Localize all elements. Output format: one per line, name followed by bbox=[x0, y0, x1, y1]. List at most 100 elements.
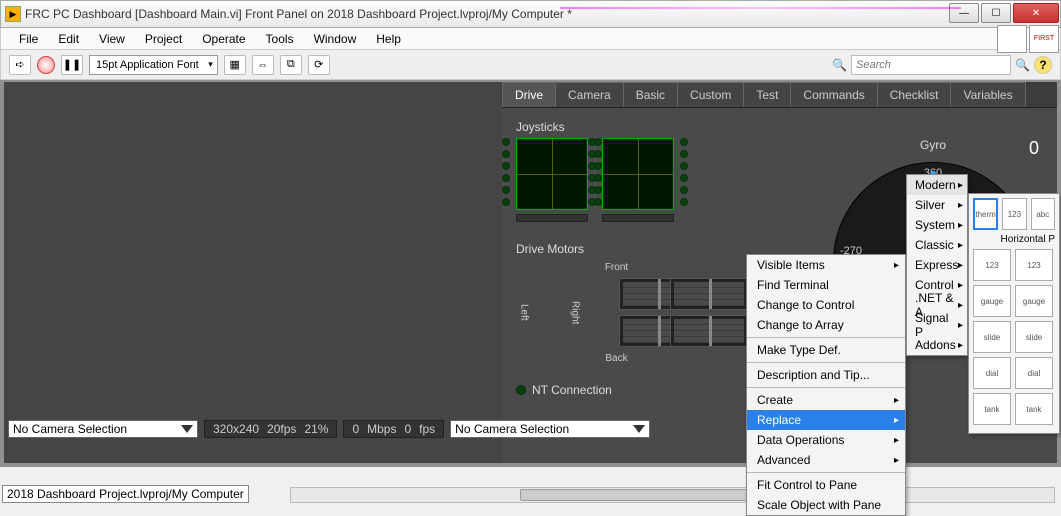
context-menu-item[interactable]: Find Terminal bbox=[747, 275, 905, 295]
replace-submenu-item[interactable]: Express bbox=[907, 255, 967, 275]
motor-fr bbox=[670, 278, 748, 310]
replace-submenu-item[interactable]: Modern bbox=[907, 175, 967, 195]
palette-item[interactable]: 123 bbox=[973, 249, 1011, 281]
window-title: FRC PC Dashboard [Dashboard Main.vi] Fro… bbox=[25, 7, 948, 21]
palette-item[interactable]: dial bbox=[973, 357, 1011, 389]
menu-project[interactable]: Project bbox=[137, 30, 190, 48]
palette-item[interactable]: gauge bbox=[1015, 285, 1053, 317]
palette-item[interactable]: slide bbox=[973, 321, 1011, 353]
context-menu-item[interactable]: Make Type Def. bbox=[747, 340, 905, 360]
palette-caption: Horizontal P bbox=[973, 234, 1055, 245]
pause-button[interactable]: ❚❚ bbox=[61, 55, 83, 75]
context-menu-item[interactable]: Data Operations bbox=[747, 430, 905, 450]
palette-item[interactable]: therm bbox=[973, 198, 998, 230]
joystick-0-xy bbox=[516, 138, 588, 210]
menu-help[interactable]: Help bbox=[368, 30, 409, 48]
nt-connection-led bbox=[516, 385, 526, 395]
tab-commands[interactable]: Commands bbox=[790, 82, 877, 107]
menu-tools[interactable]: Tools bbox=[258, 30, 302, 48]
context-menu-item[interactable]: Advanced bbox=[747, 450, 905, 470]
context-menu-item[interactable]: Change to Control bbox=[747, 295, 905, 315]
replace-submenu-item[interactable]: Addons bbox=[907, 335, 967, 355]
context-menu-item[interactable]: Create bbox=[747, 390, 905, 410]
joysticks-label: Joysticks bbox=[516, 120, 1043, 134]
motor-label-left: Left bbox=[519, 304, 530, 321]
motor-label-back: Back bbox=[605, 353, 627, 364]
network-stats: 0Mbps 0fps bbox=[343, 420, 444, 438]
distribute-button[interactable]: ⇔ bbox=[252, 55, 274, 75]
tab-custom[interactable]: Custom bbox=[677, 82, 744, 107]
tab-drive[interactable]: Drive bbox=[502, 82, 556, 107]
font-selector[interactable]: 15pt Application Font bbox=[89, 55, 218, 75]
palette-item[interactable]: tank bbox=[1015, 393, 1053, 425]
context-menu-item[interactable]: Description and Tip... bbox=[747, 365, 905, 385]
menu-file[interactable]: File bbox=[11, 30, 46, 48]
joystick-1-throttle bbox=[602, 214, 674, 222]
project-path-breadcrumb[interactable]: 2018 Dashboard Project.lvproj/My Compute… bbox=[2, 485, 249, 503]
logo-container: FIRST bbox=[996, 24, 1060, 54]
replace-submenu-item[interactable]: System bbox=[907, 215, 967, 235]
joystick-0 bbox=[516, 138, 588, 222]
search-icon: 🔍 bbox=[832, 58, 847, 72]
camera-selector-left-text: No Camera Selection bbox=[13, 422, 127, 436]
palette-item[interactable]: gauge bbox=[973, 285, 1011, 317]
horizontal-scrollbar[interactable] bbox=[290, 487, 1055, 503]
nt-connection-label: NT Connection bbox=[532, 383, 612, 397]
context-menu-item[interactable]: Visible Items bbox=[747, 255, 905, 275]
palette-item[interactable]: tank bbox=[973, 393, 1011, 425]
context-help-button[interactable]: ? bbox=[1034, 56, 1052, 74]
dropdown-icon bbox=[181, 425, 193, 433]
tab-variables[interactable]: Variables bbox=[950, 82, 1025, 107]
menu-window[interactable]: Window bbox=[306, 30, 365, 48]
replace-submenu-item[interactable]: Classic bbox=[907, 235, 967, 255]
replace-submenu-item[interactable]: Silver bbox=[907, 195, 967, 215]
context-menu[interactable]: Visible ItemsFind TerminalChange to Cont… bbox=[746, 254, 906, 516]
search-go-icon[interactable]: 🔍 bbox=[1015, 58, 1030, 72]
dropdown-icon bbox=[633, 425, 645, 433]
palette-item[interactable]: abc bbox=[1031, 198, 1055, 230]
tab-basic[interactable]: Basic bbox=[623, 82, 678, 107]
controls-palette[interactable]: therm123abc Horizontal P 123123gaugegaug… bbox=[968, 193, 1060, 434]
search-input[interactable] bbox=[851, 55, 1011, 75]
context-menu-item[interactable]: Fit Control to Pane bbox=[747, 475, 905, 495]
palette-item[interactable]: slide bbox=[1015, 321, 1053, 353]
gyro-value: 0 bbox=[1029, 138, 1039, 159]
joystick-1 bbox=[602, 138, 674, 222]
window-titlebar: ▶ FRC PC Dashboard [Dashboard Main.vi] F… bbox=[0, 0, 1061, 28]
palette-item[interactable]: 123 bbox=[1015, 249, 1053, 281]
camera-selector-right-text: No Camera Selection bbox=[455, 422, 569, 436]
logo-labview bbox=[997, 25, 1027, 53]
window-maximize-button[interactable]: ☐ bbox=[981, 3, 1011, 23]
menubar: File Edit View Project Operate Tools Win… bbox=[0, 28, 1061, 50]
replace-submenu[interactable]: ModernSilverSystemClassicExpressControl.… bbox=[906, 174, 968, 356]
palette-item[interactable]: 123 bbox=[1002, 198, 1026, 230]
tab-checklist[interactable]: Checklist bbox=[877, 82, 952, 107]
resize-button[interactable]: ⧉ bbox=[280, 55, 302, 75]
camera-pane bbox=[4, 82, 502, 463]
window-minimize-button[interactable]: — bbox=[949, 3, 979, 23]
abort-button[interactable] bbox=[37, 56, 55, 74]
tab-test[interactable]: Test bbox=[743, 82, 791, 107]
context-menu-item[interactable]: Replace bbox=[747, 410, 905, 430]
context-menu-item[interactable]: Change to Array bbox=[747, 315, 905, 335]
camera-selector-right[interactable]: No Camera Selection bbox=[450, 420, 650, 438]
menu-view[interactable]: View bbox=[91, 30, 133, 48]
menu-edit[interactable]: Edit bbox=[50, 30, 87, 48]
tab-bar: Drive Camera Basic Custom Test Commands … bbox=[502, 82, 1057, 108]
motor-br bbox=[670, 315, 748, 347]
palette-item[interactable]: dial bbox=[1015, 357, 1053, 389]
camera-stats: 320x24020fps21% bbox=[204, 420, 337, 438]
run-arrow-button[interactable]: ➪ bbox=[9, 55, 31, 75]
motor-label-right: Right bbox=[570, 301, 581, 324]
tab-camera[interactable]: Camera bbox=[555, 82, 624, 107]
reorder-button[interactable]: ⟳ bbox=[308, 55, 330, 75]
align-button[interactable]: ▦ bbox=[224, 55, 246, 75]
gyro-label: Gyro bbox=[920, 138, 946, 152]
camera-selector-left[interactable]: No Camera Selection bbox=[8, 420, 198, 438]
menu-operate[interactable]: Operate bbox=[194, 30, 253, 48]
motor-label-front: Front bbox=[605, 262, 628, 273]
context-menu-item[interactable]: Scale Object with Pane bbox=[747, 495, 905, 515]
window-close-button[interactable]: ✕ bbox=[1013, 3, 1059, 23]
replace-submenu-item[interactable]: Signal P bbox=[907, 315, 967, 335]
logo-first: FIRST bbox=[1029, 25, 1059, 53]
